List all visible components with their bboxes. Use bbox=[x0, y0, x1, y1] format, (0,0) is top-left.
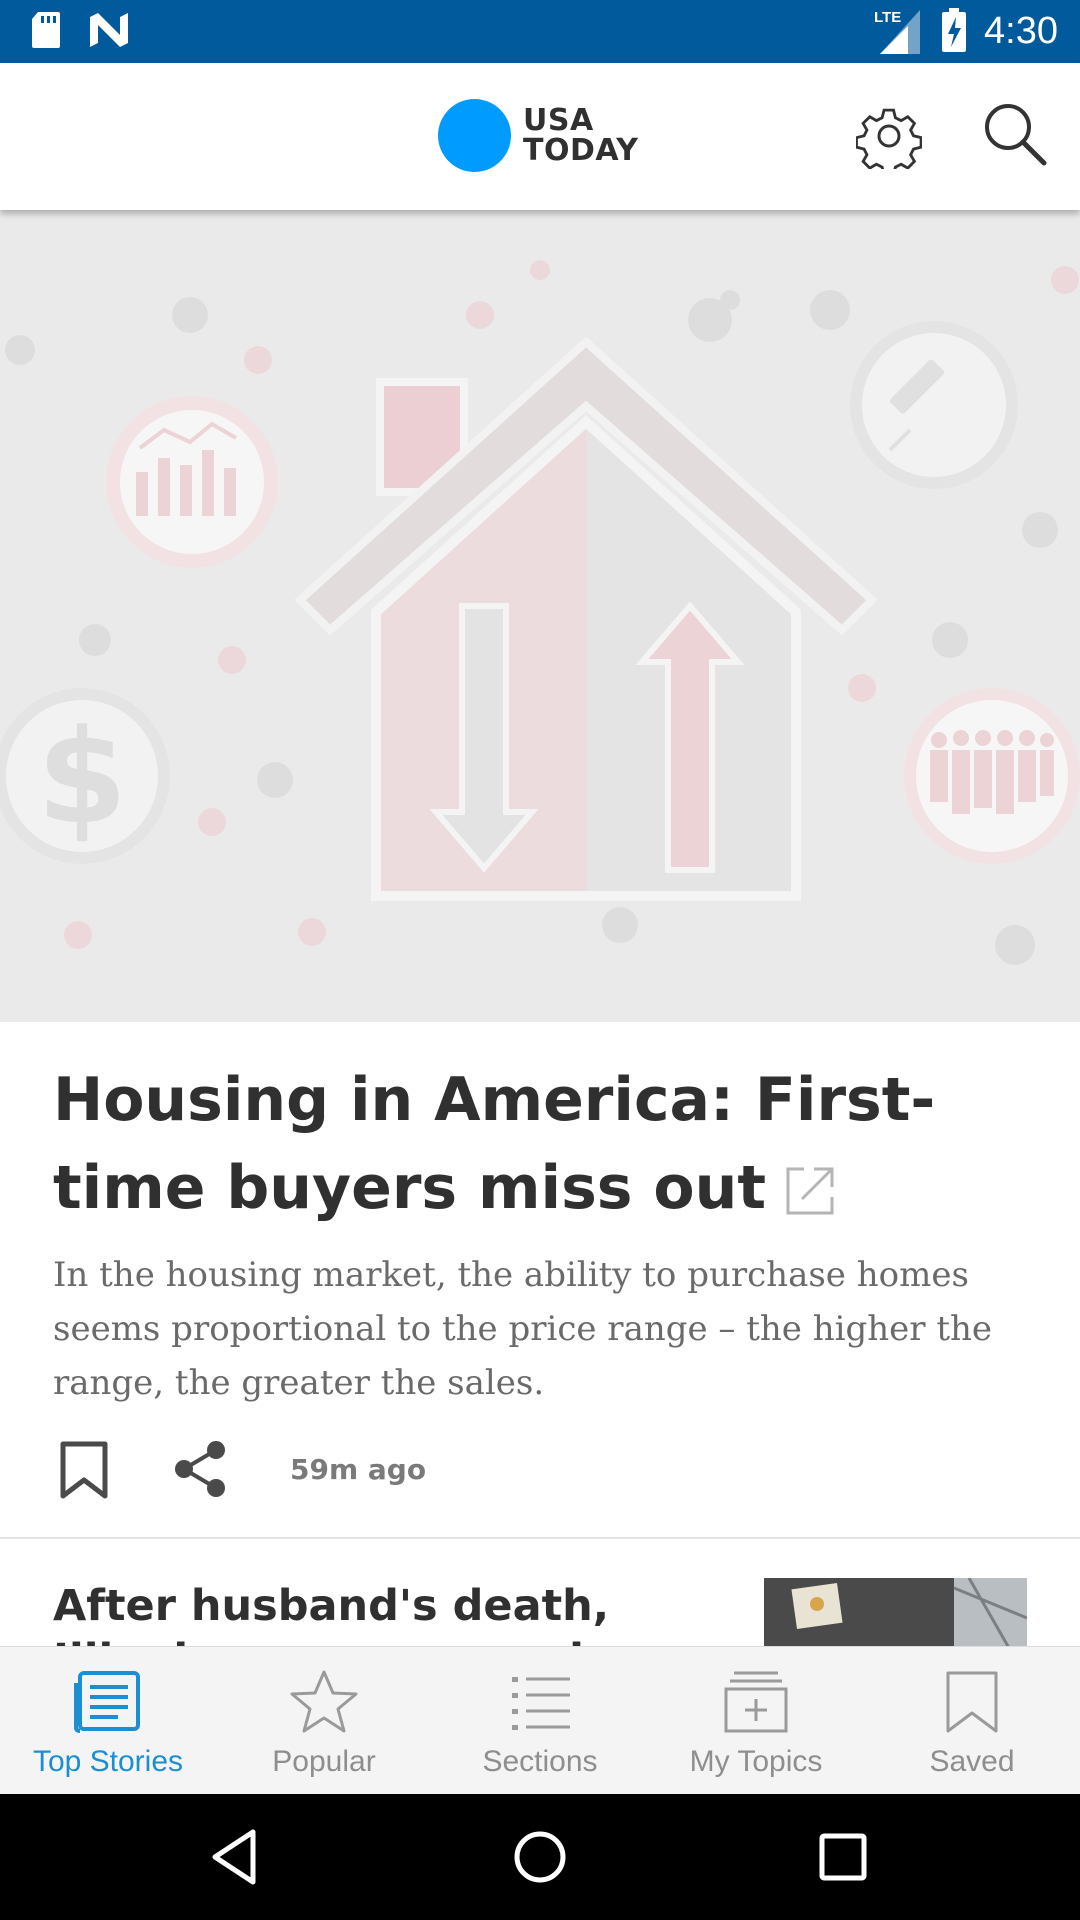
logo-text: USA TODAY bbox=[523, 102, 639, 168]
dollar-icon: $ bbox=[0, 688, 170, 864]
status-bar: LTE 4:30 bbox=[0, 0, 1080, 63]
share-icon[interactable] bbox=[170, 1438, 232, 1500]
topics-plus-icon bbox=[724, 1671, 788, 1733]
house-icon bbox=[294, 336, 878, 901]
nav-label-my-topics: My Topics bbox=[689, 1745, 823, 1778]
logo-line2: TODAY bbox=[523, 132, 639, 168]
article-card[interactable]: Housing in America: First-time buyers mi… bbox=[0, 1022, 1080, 1539]
system-nav-bar bbox=[0, 1794, 1080, 1920]
nav-label-top-stories: Top Stories bbox=[32, 1745, 184, 1778]
lte-signal-icon: LTE bbox=[874, 9, 921, 54]
nav-sections[interactable]: Sections bbox=[432, 1647, 648, 1795]
sd-card-icon bbox=[32, 12, 60, 48]
n-notification-icon bbox=[90, 13, 128, 47]
home-icon[interactable] bbox=[507, 1824, 573, 1890]
article-summary: In the housing market, the ability to pu… bbox=[53, 1255, 993, 1403]
bookmark-icon bbox=[946, 1671, 998, 1733]
status-clock: 4:30 bbox=[984, 10, 1058, 52]
lte-label: LTE bbox=[874, 9, 901, 26]
star-icon bbox=[290, 1670, 358, 1733]
logo-dot bbox=[438, 99, 511, 172]
article-headline[interactable]: Housing in America: First-time buyers mi… bbox=[53, 1056, 1013, 1232]
article2-thumbnail[interactable] bbox=[764, 1578, 1027, 1646]
nav-popular[interactable]: Popular bbox=[216, 1647, 432, 1795]
bottom-nav: Top Stories Popular Sections My Topics S… bbox=[0, 1646, 1080, 1794]
article2-headline[interactable]: After husband's death, Illinois woman sp… bbox=[53, 1579, 693, 1646]
svg-text:$: $ bbox=[37, 701, 127, 853]
logo-line1: USA bbox=[523, 102, 594, 138]
nav-label-sections: Sections bbox=[482, 1745, 598, 1778]
gear-icon[interactable] bbox=[856, 103, 922, 169]
external-link-icon bbox=[786, 1167, 834, 1215]
back-icon[interactable] bbox=[203, 1824, 269, 1890]
usa-today-logo[interactable]: USA TODAY bbox=[438, 99, 638, 172]
article-actions: 59m ago bbox=[53, 1434, 426, 1504]
status-right-icons: LTE 4:30 bbox=[874, 6, 1058, 56]
status-left-icons bbox=[30, 10, 130, 50]
bookmark-icon[interactable] bbox=[53, 1438, 115, 1500]
nav-label-saved: Saved bbox=[929, 1745, 1015, 1778]
search-icon[interactable] bbox=[982, 101, 1048, 167]
people-icon bbox=[904, 688, 1080, 864]
app-bar: USA TODAY bbox=[0, 63, 1080, 210]
hero-image[interactable]: $ bbox=[0, 210, 1080, 1022]
chart-icon bbox=[106, 396, 278, 568]
battery-charging-icon bbox=[942, 8, 967, 52]
article2-thumbnail-image bbox=[764, 1578, 1027, 1646]
recents-icon[interactable] bbox=[810, 1824, 876, 1890]
list-icon bbox=[512, 1677, 570, 1730]
syringe-icon bbox=[850, 321, 1018, 489]
nav-my-topics[interactable]: My Topics bbox=[648, 1647, 864, 1795]
article-timestamp: 59m ago bbox=[290, 1452, 427, 1486]
nav-top-stories[interactable]: Top Stories bbox=[0, 1647, 216, 1795]
article-card-2[interactable]: After husband's death, Illinois woman sp… bbox=[0, 1541, 1080, 1646]
hero-illustration: $ bbox=[0, 260, 1080, 965]
nav-label-popular: Popular bbox=[272, 1745, 376, 1778]
top-stories-icon bbox=[74, 1671, 140, 1733]
nav-saved[interactable]: Saved bbox=[864, 1647, 1080, 1795]
